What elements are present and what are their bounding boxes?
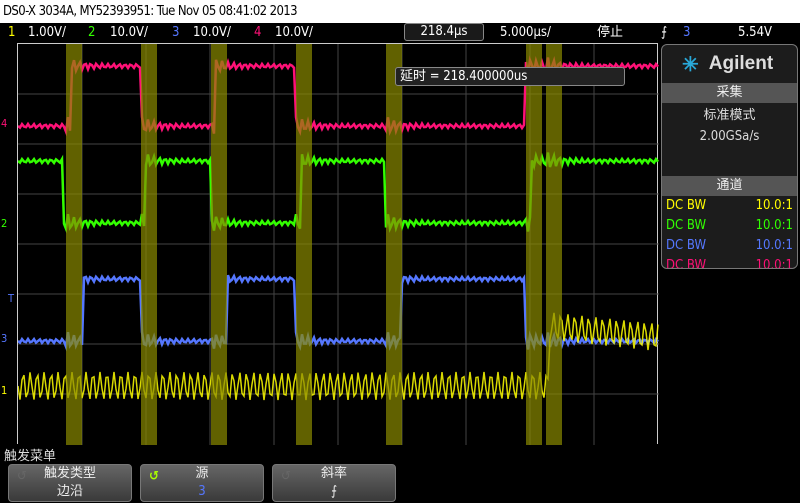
acquisition-mode: 标准模式: [703, 108, 756, 123]
coupling: DC BW: [666, 198, 707, 213]
softkey-source[interactable]: ↺ 源 3: [140, 464, 264, 502]
waveform-canvas: [18, 44, 659, 445]
probe-ratio: 10.0:1: [755, 258, 793, 269]
ch4-number[interactable]: 4: [254, 23, 261, 43]
channel-row: DC BW 10.0:1: [662, 216, 797, 236]
softkey-slope[interactable]: ↺ 斜率 ⨍: [272, 464, 396, 502]
coupling: DC BW: [666, 258, 707, 269]
probe-ratio: 10.0:1: [755, 198, 793, 213]
ch1-burst: [546, 44, 562, 445]
softkey-trigger-type[interactable]: ↺ 触发类型 边沿: [8, 464, 132, 502]
softkey-value: ⨍: [330, 484, 338, 499]
info-panel: ✳ Agilent 采集 标准模式 2.00GSa/s 通道 DC BW 10.0…: [661, 44, 798, 269]
sample-rate: 2.00GSa/s: [699, 129, 760, 144]
trigger-source[interactable]: 3: [683, 23, 690, 43]
spark-icon: ✳: [682, 53, 699, 76]
brand-name: Agilent: [708, 53, 774, 74]
ch1-burst: [526, 44, 542, 445]
ch3-number[interactable]: 3: [172, 23, 179, 43]
waveform-display[interactable]: [17, 43, 659, 445]
knob-icon: ↺: [281, 469, 291, 484]
window-title: DS0-X 3034A, MY52393951: Tue Nov 05 08:4…: [0, 0, 800, 23]
ch3-ground-marker[interactable]: 3: [1, 332, 7, 345]
softkey-label: 斜率: [320, 466, 347, 481]
ch2-scale[interactable]: 10.0V/: [110, 23, 148, 43]
status-bar: 1 1.00V/ 2 10.0V/ 3 10.0V/ 4 10.0V/ 218.…: [0, 23, 800, 43]
ch2-ground-marker[interactable]: 2: [1, 217, 7, 230]
softkey-value: 边沿: [56, 484, 83, 499]
coupling: DC BW: [666, 238, 707, 253]
trigger-level[interactable]: 5.54V: [738, 23, 772, 43]
ch1-burst: [141, 44, 157, 445]
channel-row: DC BW 10.0:1: [662, 196, 797, 216]
ch3-scale[interactable]: 10.0V/: [193, 23, 231, 43]
run-state[interactable]: 停止: [597, 23, 623, 43]
menu-title: 触发菜单: [4, 449, 57, 464]
ch1-ground-marker[interactable]: 1: [1, 384, 7, 397]
channel-row: DC BW 10.0:1: [662, 236, 797, 256]
softkey-value: 3: [198, 484, 206, 499]
trigger-slope-icon: ⨍: [661, 25, 668, 40]
acquisition-header[interactable]: 采集: [662, 83, 797, 103]
ch1-burst: [66, 44, 82, 445]
timebase[interactable]: 5.000µs/: [500, 23, 551, 43]
knob-active-icon: ↺: [149, 469, 159, 484]
ch1-burst: [211, 44, 227, 445]
channel-row: DC BW 10.0:1: [662, 256, 797, 269]
delay-readout: 延时 = 218.400000us: [395, 67, 625, 86]
horizontal-delay[interactable]: 218.4µs: [404, 23, 484, 41]
coupling: DC BW: [666, 218, 707, 233]
ch4-scale[interactable]: 10.0V/: [275, 23, 313, 43]
trigger-level-marker[interactable]: T: [8, 292, 14, 305]
probe-ratio: 10.0:1: [755, 238, 793, 253]
agilent-logo: ✳ Agilent: [662, 45, 797, 83]
ch1-burst: [386, 44, 402, 445]
knob-icon: ↺: [17, 469, 27, 484]
softkey-label: 触发类型: [43, 466, 96, 481]
ch1-number[interactable]: 1: [8, 23, 15, 43]
channels-header[interactable]: 通道: [662, 176, 797, 196]
ch2-number[interactable]: 2: [88, 23, 95, 43]
ch1-burst: [296, 44, 312, 445]
ch4-ground-marker[interactable]: 4: [1, 117, 7, 130]
probe-ratio: 10.0:1: [755, 218, 793, 233]
softkey-label: 源: [195, 466, 209, 481]
ch1-scale[interactable]: 1.00V/: [28, 23, 66, 43]
